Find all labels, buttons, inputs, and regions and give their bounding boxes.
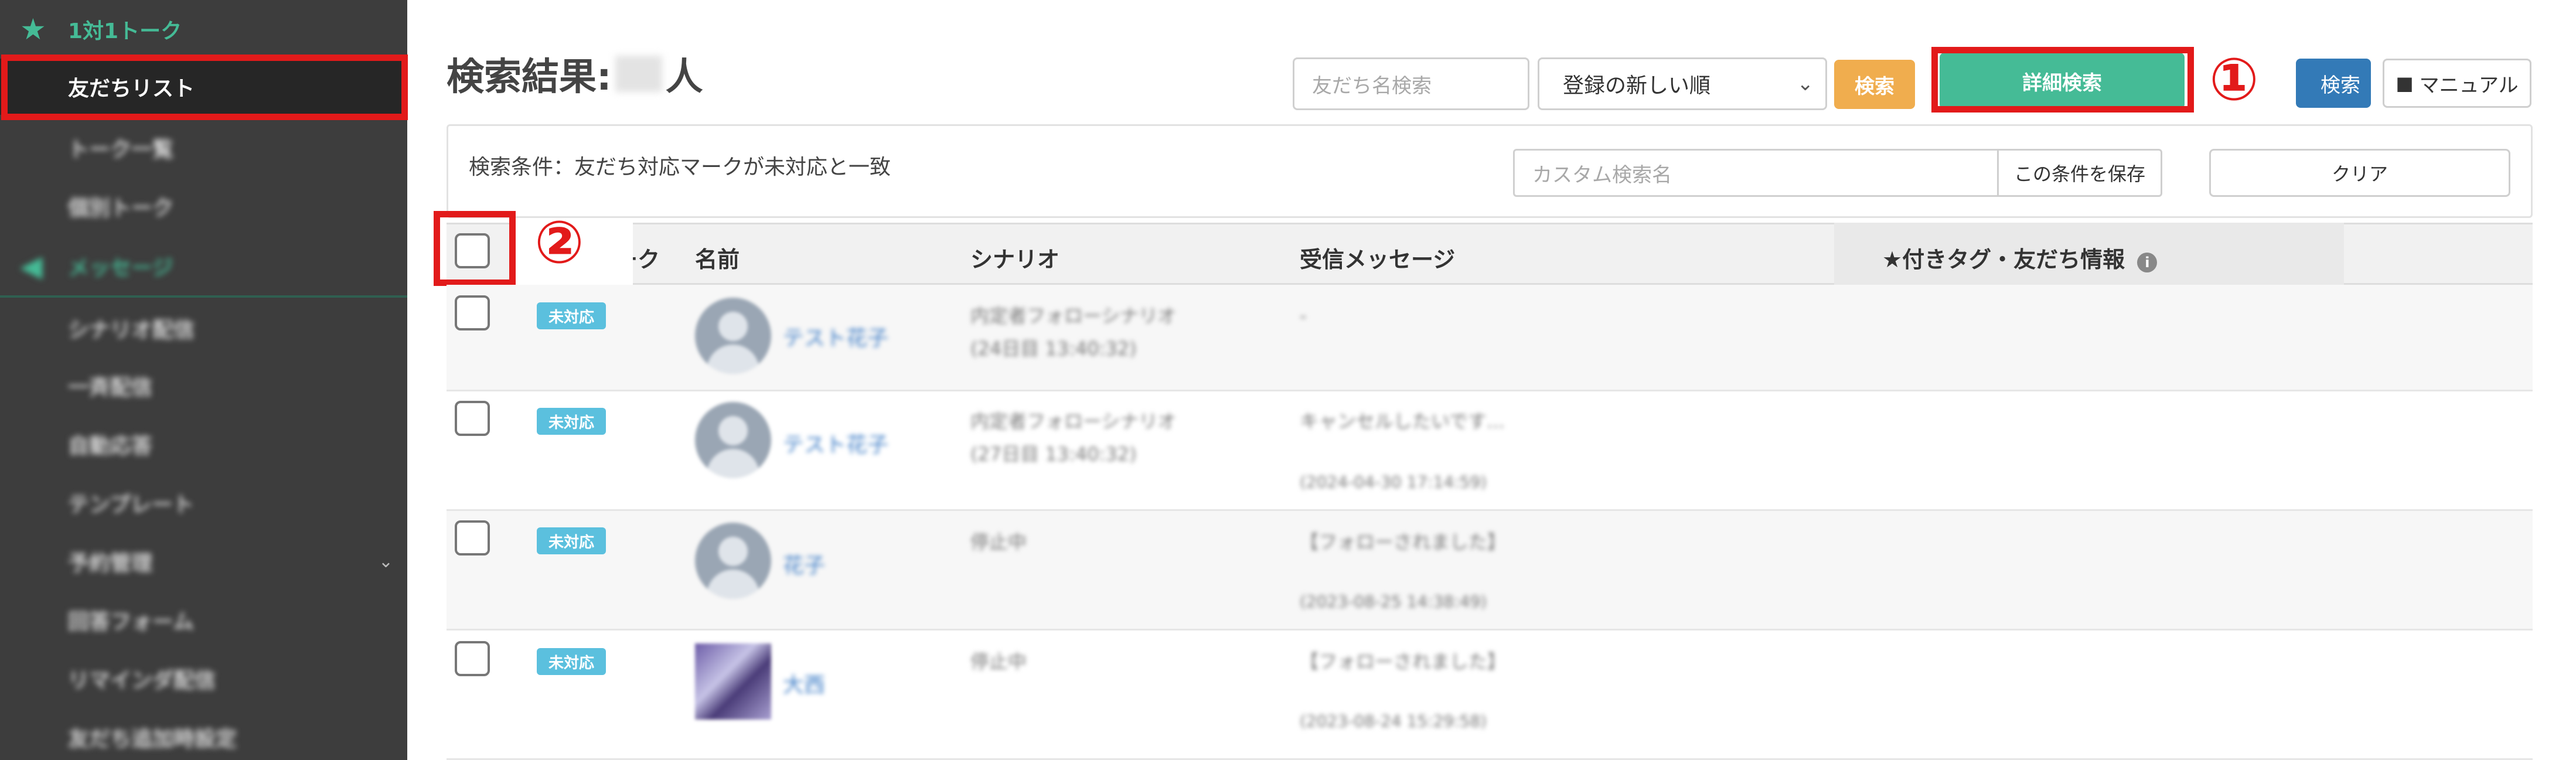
sidebar-item-label: リマインダ配信	[68, 669, 216, 693]
row-scenario-sub: (27日目 13:40:32)	[970, 443, 1137, 465]
sidebar-divider	[0, 295, 407, 298]
header-message: 受信メッセージ	[1300, 247, 1456, 272]
sidebar-item-label: 一斉配信	[68, 376, 153, 400]
book-icon: ■	[2396, 72, 2414, 94]
row-scenario: 内定者フォローシナリオ	[970, 410, 1177, 432]
status-badge: 未対応	[537, 648, 606, 675]
save-condition-button[interactable]: この条件を保存	[1997, 149, 2162, 197]
friend-name-link[interactable]: 花子	[783, 548, 825, 579]
manual-button-label: マニュアル	[2419, 73, 2519, 97]
row-message: -	[1300, 305, 1307, 327]
row-checkbox[interactable]	[455, 401, 490, 436]
status-badge: 未対応	[537, 527, 606, 554]
sidebar-section-message-label: メッセージ	[68, 256, 173, 280]
annotation-one: ①	[2209, 45, 2259, 114]
megaphone-icon: ◀	[20, 249, 43, 283]
header-scenario: シナリオ	[970, 247, 1060, 272]
row-checkbox[interactable]	[455, 520, 490, 555]
blue-search-button[interactable]: 検索	[2296, 59, 2371, 108]
header-tags-label: ★付きタグ・友だち情報	[1882, 247, 2125, 272]
highlight-detail-search	[1931, 47, 2194, 113]
sidebar-section-talk-label: 1対1トーク	[68, 19, 182, 43]
star-icon: ★	[20, 12, 46, 46]
clear-button[interactable]: クリア	[2209, 149, 2510, 197]
sidebar-item-answer-form[interactable]: 回答フォーム	[0, 592, 407, 648]
sidebar-item-label: トーク一覧	[68, 138, 174, 162]
row-scenario: 内定者フォローシナリオ	[970, 305, 1177, 327]
result-count	[615, 56, 662, 92]
friend-name-link[interactable]: 大西	[783, 668, 825, 698]
annotation-two: ②	[534, 208, 584, 277]
avatar	[695, 402, 771, 478]
sidebar-item-label: テンプレート	[68, 493, 194, 517]
page-title-suffix: 人	[665, 56, 703, 99]
sort-select-value: 登録の新しい順	[1563, 74, 1711, 98]
avatar	[695, 523, 771, 599]
sidebar-section-message[interactable]: ◀ メッセージ	[0, 237, 407, 295]
sidebar-item-scenario[interactable]: シナリオ配信	[0, 300, 407, 356]
highlight-select-all	[434, 211, 516, 286]
friend-name-link[interactable]: テスト花子	[783, 428, 888, 458]
sidebar-item-label: 友だち追加時設定	[68, 727, 237, 751]
row-scenario-sub: (24日目 13:40:32)	[970, 338, 1137, 360]
friend-name-link[interactable]: テスト花子	[783, 321, 888, 352]
highlight-friend-list	[1, 54, 408, 120]
condition-text: 検索条件：友だち対応マークが未対応と一致	[469, 155, 891, 179]
sidebar-item-individual-talk[interactable]: 個別トーク	[0, 178, 407, 234]
page-title: 検索結果: 人	[447, 47, 703, 101]
row-message-date: (2023-08-24 15:29:58)	[1300, 711, 1487, 731]
status-badge: 未対応	[537, 302, 606, 329]
chevron-down-icon: ⌄	[378, 551, 393, 572]
sidebar-item-broadcast[interactable]: 一斉配信	[0, 357, 407, 414]
row-checkbox[interactable]	[455, 641, 490, 676]
page-title-label: 検索結果:	[447, 56, 612, 99]
header-tags: ★付きタグ・友だち情報 i	[1882, 241, 2158, 274]
avatar	[695, 298, 771, 374]
avatar	[695, 643, 771, 720]
row-scenario: 停止中	[970, 531, 1027, 553]
sidebar-section-talk[interactable]: ★ 1対1トーク	[0, 0, 407, 59]
sidebar-item-reminder[interactable]: リマインダ配信	[0, 650, 407, 707]
search-button[interactable]: 検索	[1834, 60, 1915, 109]
row-message: キャンセルしたいです...	[1300, 410, 1505, 432]
sidebar-item-label: 個別トーク	[68, 196, 174, 220]
sidebar-item-friend-add-settings[interactable]: 友だち追加時設定	[0, 709, 407, 760]
sidebar-item-label: シナリオ配信	[68, 318, 195, 342]
sidebar-item-template[interactable]: テンプレート	[0, 475, 407, 531]
chevron-down-icon: ⌄	[1797, 72, 1814, 96]
row-scenario: 停止中	[970, 650, 1027, 673]
status-badge: 未対応	[537, 408, 606, 435]
sidebar-item-reservation[interactable]: 予約管理 ⌄	[0, 533, 407, 589]
sidebar-item-auto-reply[interactable]: 自動応答	[0, 416, 407, 472]
row-message-date: (2023-08-25 14:38:49)	[1300, 592, 1487, 611]
manual-button[interactable]: ■ マニュアル	[2383, 59, 2531, 108]
row-message-date: (2024-04-30 17:14:59)	[1300, 472, 1487, 492]
row-checkbox[interactable]	[455, 295, 490, 330]
sidebar-item-talk-list[interactable]: トーク一覧	[0, 120, 407, 176]
row-message: 【フォローされました】	[1300, 531, 1507, 553]
info-icon[interactable]: i	[2137, 253, 2158, 272]
custom-search-name-input[interactable]: カスタム検索名	[1513, 149, 1999, 197]
sidebar-item-label: 予約管理	[68, 551, 153, 575]
sidebar-item-label: 自動応答	[68, 434, 153, 458]
row-message: 【フォローされました】	[1300, 650, 1507, 673]
sidebar-item-label: 回答フォーム	[68, 610, 194, 634]
header-name: 名前	[695, 247, 740, 272]
sort-select[interactable]: 登録の新しい順 ⌄	[1538, 57, 1827, 110]
friend-name-search-input[interactable]: 友だち名検索	[1293, 57, 1529, 110]
